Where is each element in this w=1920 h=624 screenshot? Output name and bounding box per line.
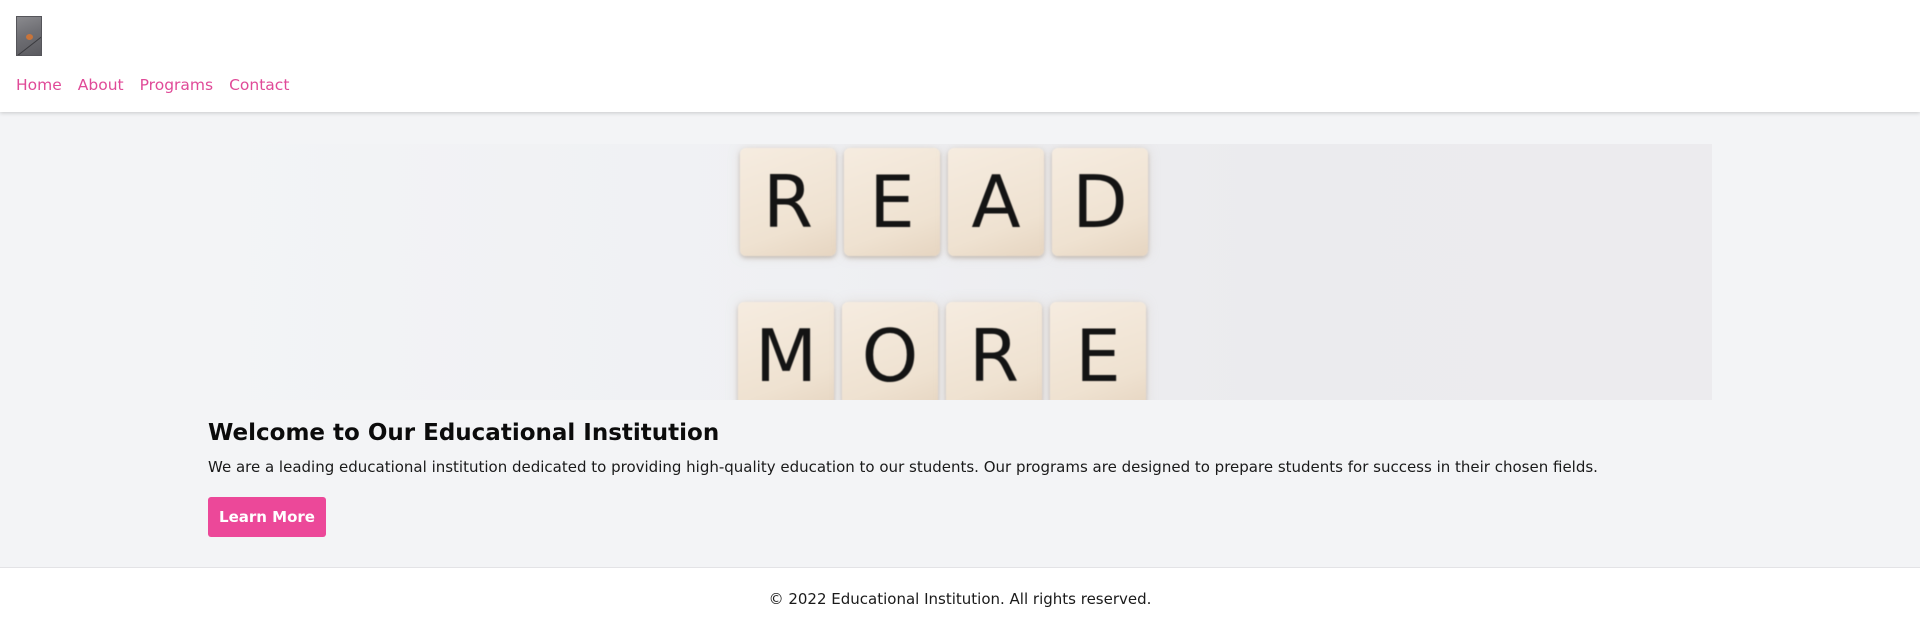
letter-tile: R	[946, 302, 1042, 400]
logo-image[interactable]	[16, 16, 42, 56]
learn-more-button[interactable]: Learn More	[208, 497, 326, 537]
nav-link-contact[interactable]: Contact	[229, 75, 289, 95]
nav-link-programs[interactable]: Programs	[140, 75, 213, 95]
letter-tile: D	[1052, 148, 1148, 256]
hero-tiles-more: M O R E	[738, 302, 1146, 400]
nav-link-about[interactable]: About	[78, 75, 124, 95]
letter-tile: E	[1050, 302, 1146, 400]
letter-tile: R	[740, 148, 836, 256]
main-nav: Home About Programs Contact	[16, 75, 289, 95]
site-footer: © 2022 Educational Institution. All righ…	[0, 567, 1920, 624]
letter-tile: M	[738, 302, 834, 400]
letter-tile: E	[844, 148, 940, 256]
copyright-text: © 2022 Educational Institution. All righ…	[768, 590, 1152, 608]
letter-tile: A	[948, 148, 1044, 256]
letter-tile: O	[842, 302, 938, 400]
logo-dot	[26, 34, 33, 40]
page-title: Welcome to Our Educational Institution	[208, 420, 720, 446]
nav-link-home[interactable]: Home	[16, 75, 62, 95]
intro-paragraph: We are a leading educational institution…	[208, 458, 1598, 476]
hero-tiles-read: R E A D	[740, 148, 1148, 256]
main-content: R E A D M O R E Welcome to Our Education…	[0, 112, 1920, 567]
hero-image: R E A D M O R E	[208, 144, 1712, 400]
site-header: Home About Programs Contact	[0, 0, 1920, 112]
